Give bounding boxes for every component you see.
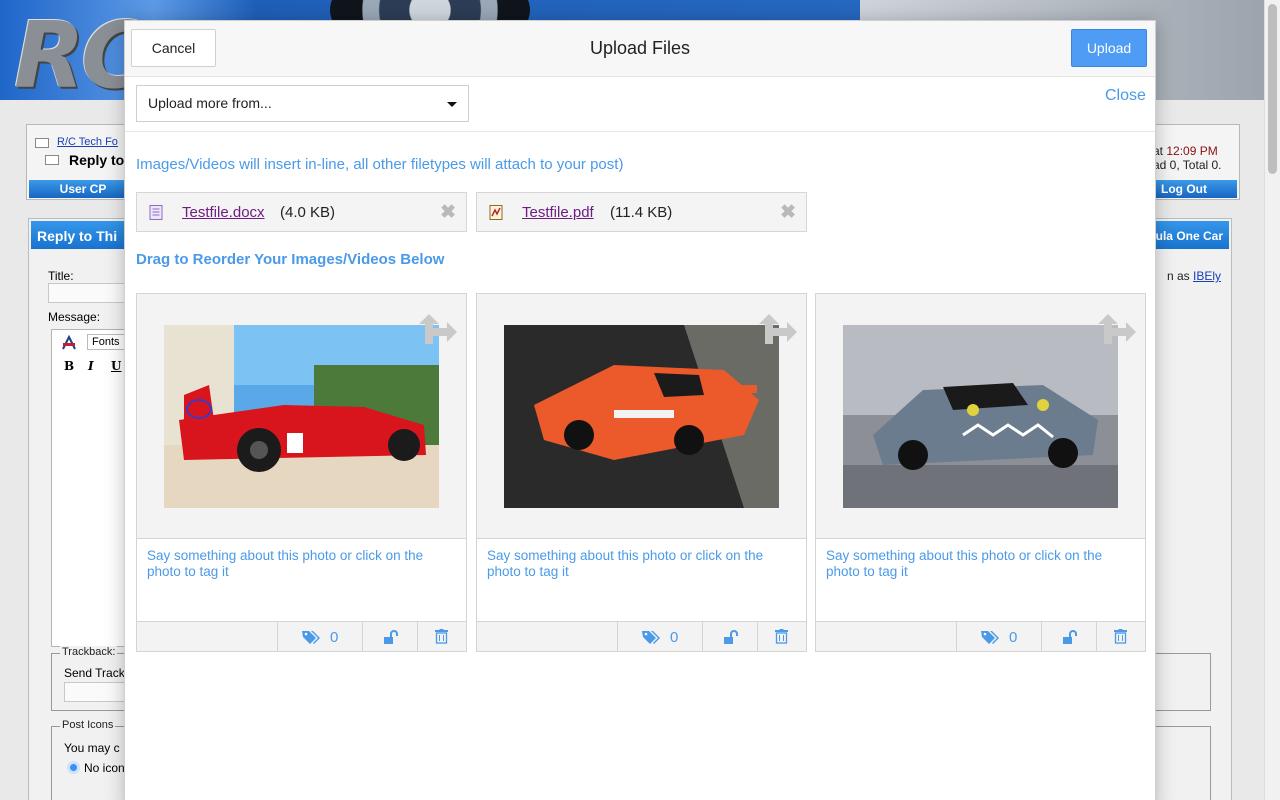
bold-button[interactable]: B xyxy=(64,359,74,373)
delete-photo-button[interactable] xyxy=(417,622,466,652)
photo-caption-input[interactable]: Say something about this photo or click … xyxy=(826,548,1126,580)
drag-handle-icon[interactable] xyxy=(405,302,469,366)
trash-icon xyxy=(435,629,448,644)
tag-button[interactable]: 0 xyxy=(277,622,362,652)
reply-panel-title: Reply to Thi xyxy=(37,228,118,244)
underline-button[interactable]: U xyxy=(111,359,121,373)
attachment-filename-link[interactable]: Testfile.docx xyxy=(182,204,265,221)
scrollbar-thumb[interactable] xyxy=(1268,4,1277,174)
unlock-icon xyxy=(384,630,398,644)
breadcrumb-forum-link[interactable]: R/C Tech Fo xyxy=(57,136,118,148)
title-input[interactable] xyxy=(48,283,128,303)
tag-button[interactable]: 0 xyxy=(617,622,702,652)
attachment-filesize: (11.4 KB) xyxy=(610,204,673,221)
username-link[interactable]: IBEly xyxy=(1193,269,1221,283)
inline-info-note: Images/Videos will insert in-line, all o… xyxy=(136,156,624,173)
delete-photo-button[interactable] xyxy=(1096,622,1145,652)
tag-count: 0 xyxy=(1009,629,1018,646)
attachment-filesize: (4.0 KB) xyxy=(280,204,336,221)
photo-thumbnail-red-race-car[interactable] xyxy=(164,325,439,508)
privacy-toggle-button[interactable] xyxy=(1041,622,1096,652)
text-color-icon[interactable] xyxy=(61,335,77,351)
drag-handle-icon[interactable] xyxy=(745,302,809,366)
photo-area[interactable] xyxy=(816,294,1145,539)
chevron-down-icon xyxy=(447,102,457,107)
upload-source-value: Upload more from... xyxy=(148,95,272,111)
photo-thumbnail-grey-race-car[interactable] xyxy=(843,325,1118,508)
photo-area[interactable] xyxy=(477,294,806,539)
online-count: ad 0, Total 0. xyxy=(1153,158,1222,172)
photo-card[interactable]: Say something about this photo or click … xyxy=(136,293,467,652)
italic-button[interactable]: I xyxy=(88,359,94,373)
reorder-heading: Drag to Reorder Your Images/Videos Below xyxy=(136,251,445,268)
word-document-icon xyxy=(149,205,163,220)
pdf-document-icon xyxy=(489,205,503,220)
trackback-send-label: Send Track xyxy=(64,666,125,680)
message-label: Message: xyxy=(48,310,101,324)
post-icons-text: You may c xyxy=(64,741,120,755)
upload-files-modal: Cancel Upload Files Upload Upload more f… xyxy=(124,20,1156,800)
folder-icon xyxy=(35,138,49,148)
no-icon-radio[interactable] xyxy=(67,761,80,774)
no-icon-label: No icon xyxy=(84,761,125,775)
post-icons-legend: Post Icons xyxy=(60,719,116,731)
tag-count: 0 xyxy=(670,629,679,646)
photo-thumbnail-orange-race-car[interactable] xyxy=(504,325,779,508)
remove-attachment-icon[interactable]: ✖ xyxy=(440,201,456,224)
photo-card[interactable]: Say something about this photo or click … xyxy=(476,293,807,652)
attachment-item: Testfile.pdf (11.4 KB) ✖ xyxy=(476,192,807,232)
unlock-icon xyxy=(724,630,738,644)
thread-title: ula One Car xyxy=(1155,229,1223,243)
logged-in-status: n as IBEly xyxy=(1167,269,1222,283)
divider xyxy=(125,131,1155,132)
photo-card[interactable]: Say something about this photo or click … xyxy=(815,293,1146,652)
attachment-filename-link[interactable]: Testfile.pdf xyxy=(522,204,594,221)
photo-area[interactable] xyxy=(137,294,466,539)
tag-icon xyxy=(302,631,320,644)
attachment-item: Testfile.docx (4.0 KB) ✖ xyxy=(136,192,467,232)
photo-caption-input[interactable]: Say something about this photo or click … xyxy=(147,548,447,580)
trackback-legend: Trackback: xyxy=(60,646,118,658)
upload-button[interactable]: Upload xyxy=(1071,29,1147,67)
delete-photo-button[interactable] xyxy=(757,622,806,652)
unlock-icon xyxy=(1063,630,1077,644)
tag-count: 0 xyxy=(330,629,339,646)
tag-icon xyxy=(642,631,660,644)
photo-caption-input[interactable]: Say something about this photo or click … xyxy=(487,548,787,580)
nav-user-cp[interactable]: User CP xyxy=(29,180,137,198)
close-link[interactable]: Close xyxy=(1105,87,1146,105)
folder-open-icon xyxy=(45,155,59,165)
breadcrumb-current-page: Reply to xyxy=(69,152,125,168)
font-select[interactable]: Fonts xyxy=(87,334,127,350)
drag-handle-icon[interactable] xyxy=(1084,302,1148,366)
modal-header: Cancel Upload Files Upload xyxy=(125,21,1155,77)
photo-actions-bar: 0 xyxy=(137,621,466,652)
title-label: Title: xyxy=(48,269,74,283)
tag-icon xyxy=(981,631,999,644)
privacy-toggle-button[interactable] xyxy=(702,622,757,652)
photo-actions-bar: 0 xyxy=(477,621,806,652)
remove-attachment-icon[interactable]: ✖ xyxy=(780,201,796,224)
photo-actions-bar: 0 xyxy=(816,621,1145,652)
current-time: at 12:09 PM xyxy=(1153,144,1218,158)
upload-source-select[interactable]: Upload more from... xyxy=(136,85,469,122)
privacy-toggle-button[interactable] xyxy=(362,622,417,652)
page-scrollbar[interactable] xyxy=(1264,0,1280,800)
modal-title: Upload Files xyxy=(589,38,691,58)
trash-icon xyxy=(1114,629,1127,644)
tag-button[interactable]: 0 xyxy=(956,622,1041,652)
trash-icon xyxy=(775,629,788,644)
